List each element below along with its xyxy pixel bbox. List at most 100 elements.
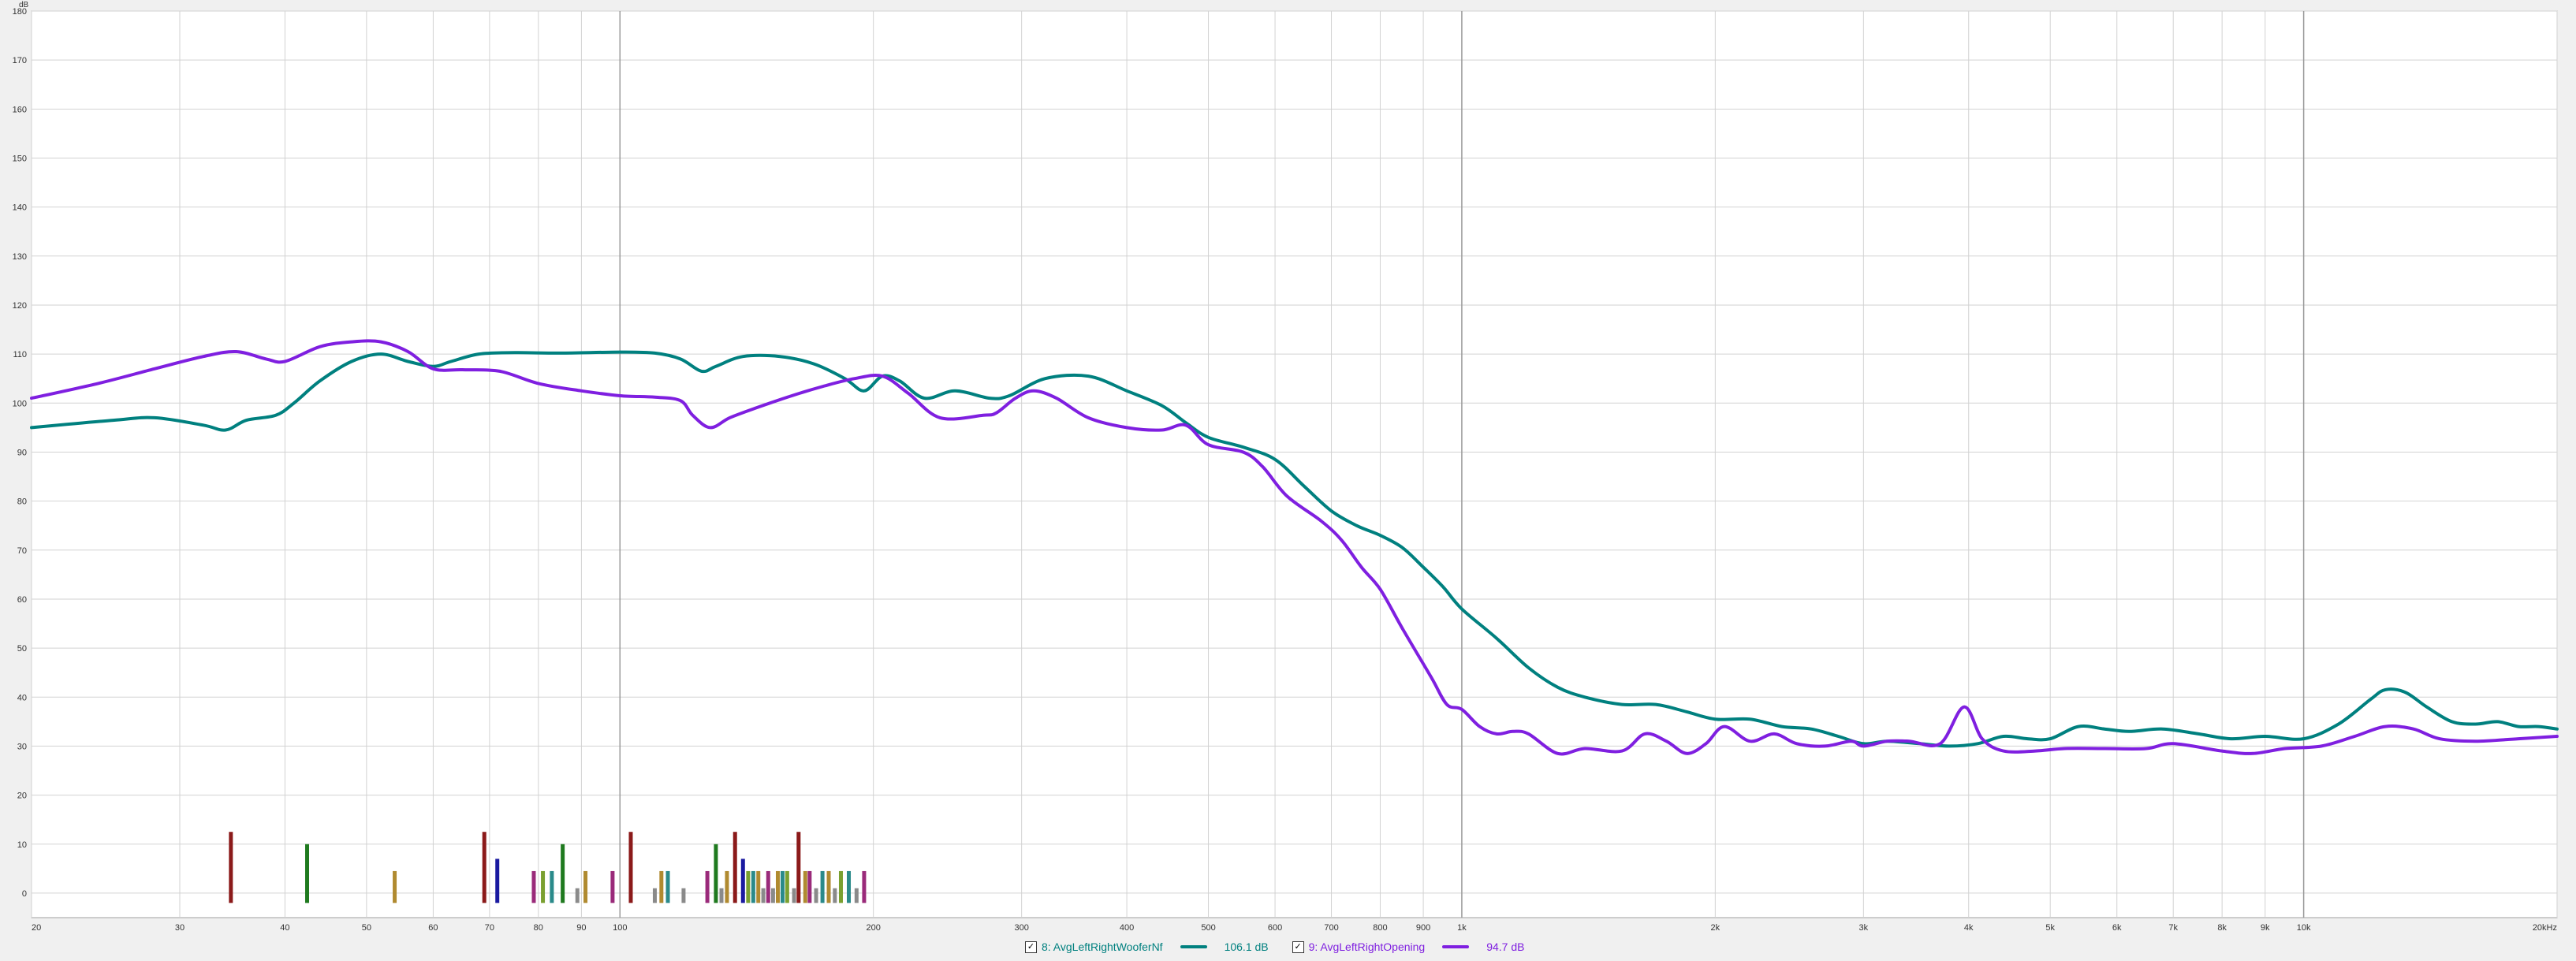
x-tick-label: 90: [576, 923, 586, 933]
marker-bar: [746, 870, 751, 903]
marker-bar: [681, 888, 686, 903]
x-tick-label: 80: [534, 923, 543, 933]
marker-bar: [575, 888, 580, 903]
x-tick-label: 60: [428, 923, 438, 933]
marker-bar: [792, 888, 796, 903]
x-tick-label: 40: [280, 923, 289, 933]
marker-bar: [814, 888, 818, 903]
marker-bar: [610, 870, 615, 903]
x-tick-label: 400: [1120, 923, 1134, 933]
y-tick-label: 70: [17, 546, 27, 556]
marker-bar: [780, 870, 785, 903]
x-tick-label: 10k: [2297, 923, 2311, 933]
legend-checkbox-woofer[interactable]: ✓: [1025, 941, 1037, 953]
marker-bar: [820, 870, 825, 903]
x-tick-label: 50: [362, 923, 371, 933]
marker-bar: [862, 870, 867, 903]
marker-bar: [305, 844, 310, 903]
marker-bar: [652, 888, 657, 903]
marker-bar: [659, 870, 664, 903]
y-tick-label: 170: [13, 56, 27, 65]
marker-bar: [775, 870, 780, 903]
marker-bar: [714, 844, 718, 903]
y-tick-label: 60: [17, 595, 27, 605]
y-tick-label: 90: [17, 448, 27, 457]
marker-bar: [740, 859, 745, 903]
legend-level-opening: 94.7 dB: [1486, 941, 1525, 953]
y-tick-label: 80: [17, 497, 27, 507]
y-tick-label: 130: [13, 252, 27, 262]
legend-series-name-woofer: 8: AvgLeftRightWooferNf: [1042, 941, 1163, 953]
marker-bar: [705, 870, 710, 903]
marker-bar: [847, 870, 852, 903]
legend-series-name-opening: 9: AvgLeftRightOpening: [1308, 941, 1426, 953]
y-tick-label: 30: [17, 742, 27, 751]
y-tick-label: 110: [13, 350, 27, 359]
x-tick-label: 1k: [1457, 923, 1467, 933]
x-tick-label: 800: [1373, 923, 1387, 933]
y-tick-label: 150: [13, 154, 27, 163]
marker-bar: [583, 870, 588, 903]
x-tick-label: 900: [1416, 923, 1430, 933]
marker-bar: [751, 870, 755, 903]
marker-bar: [826, 870, 831, 903]
x-tick-label: 7k: [2168, 923, 2178, 933]
x-tick-label: 100: [613, 923, 627, 933]
x-tick-label: 8k: [2217, 923, 2227, 933]
marker-bar: [482, 832, 486, 903]
marker-bar: [733, 832, 737, 903]
y-tick-label: 40: [17, 693, 27, 702]
marker-bar: [561, 844, 565, 903]
x-tick-label: 2k: [1711, 923, 1720, 933]
legend-checkbox-opening[interactable]: ✓: [1292, 941, 1304, 953]
y-tick-label: 0: [22, 889, 27, 899]
marker-bar: [761, 888, 766, 903]
marker-bar: [531, 870, 536, 903]
x-tick-label: 600: [1268, 923, 1282, 933]
marker-bar: [803, 870, 807, 903]
marker-bar: [833, 888, 837, 903]
x-tick-label: 30: [175, 923, 185, 933]
x-tick-label: 20kHz: [2533, 923, 2557, 933]
marker-bar: [854, 888, 859, 903]
x-tick-label: 500: [1201, 923, 1215, 933]
legend-item-woofer[interactable]: ✓ 8: AvgLeftRightWooferNf 106.1 dB: [1025, 941, 1272, 953]
y-tick-label: 140: [13, 203, 27, 213]
x-tick-label: 700: [1324, 923, 1338, 933]
legend: ✓ 8: AvgLeftRightWooferNf 106.1 dB ✓ 9: …: [1025, 938, 1554, 955]
marker-bar: [665, 870, 670, 903]
legend-item-opening[interactable]: ✓ 9: AvgLeftRightOpening 94.7 dB: [1292, 941, 1534, 953]
legend-level-woofer: 106.1 dB: [1224, 941, 1269, 953]
x-tick-label: 20: [32, 923, 41, 933]
y-tick-label: 10: [17, 840, 27, 850]
marker-bar: [541, 870, 546, 903]
y-tick-label: 20: [17, 792, 27, 801]
y-axis-label: dB: [19, 1, 29, 9]
x-tick-label: 300: [1014, 923, 1028, 933]
marker-bar: [770, 888, 775, 903]
marker-bar: [495, 859, 500, 903]
marker-bar: [838, 870, 843, 903]
y-tick-label: 120: [13, 301, 27, 311]
marker-bar: [766, 870, 770, 903]
y-tick-label: 160: [13, 105, 27, 114]
marker-bar: [393, 870, 397, 903]
y-tick-label: 100: [13, 399, 27, 408]
x-tick-label: 3k: [1859, 923, 1869, 933]
chart-svg: 0 10 20 30 40 50 60 70 80 90 100 110 120 130 140 150 160…: [13, 1, 2559, 933]
legend-swatch-woofer: [1180, 945, 1207, 948]
marker-bar: [785, 870, 789, 903]
x-tick-label: 4k: [1964, 923, 1974, 933]
marker-bar: [807, 870, 812, 903]
marker-bar: [719, 888, 724, 903]
frequency-response-chart: 0 10 20 30 40 50 60 70 80 90 100 110 120 130 140 150 160…: [0, 0, 2576, 957]
y-tick-label: 50: [17, 644, 27, 654]
marker-bar: [550, 870, 554, 903]
x-tick-label: 6k: [2112, 923, 2122, 933]
marker-bar: [725, 870, 729, 903]
marker-bar: [628, 832, 633, 903]
marker-bar: [796, 832, 801, 903]
x-tick-label: 200: [866, 923, 880, 933]
marker-bar: [756, 870, 761, 903]
x-tick-label: 5k: [2045, 923, 2055, 933]
